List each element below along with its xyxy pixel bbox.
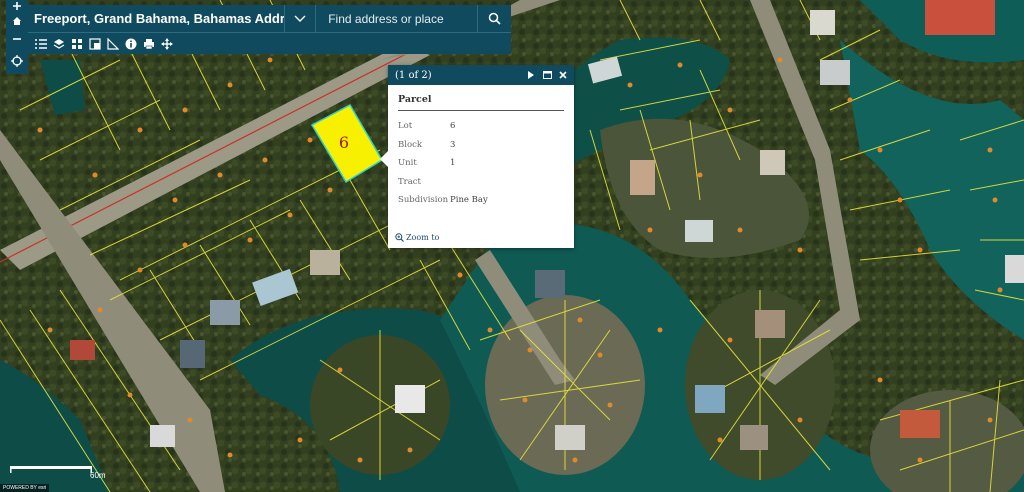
print-icon [144,38,154,49]
zoom-magnifier-icon [395,233,404,242]
app-header: Freeport, Grand Bahama, Bahamas Addresse… [28,5,511,32]
about-button[interactable] [122,35,140,53]
parcel-number-label: 6 [339,133,349,152]
map-toolbar [28,32,511,54]
info-icon [125,38,137,49]
next-feature-button[interactable] [523,67,539,83]
attribute-value: 3 [450,139,456,150]
locate-icon [11,55,23,67]
attribute-row: Unit 1 [398,154,564,173]
share-button[interactable] [158,35,176,53]
zoom-out-button[interactable] [6,30,28,48]
measure-icon [107,37,119,50]
search-input[interactable] [315,5,478,32]
plus-icon [13,2,21,10]
popup-title: Parcel [398,94,564,111]
close-popup-button[interactable] [555,67,571,83]
zoom-to-label: Zoom to [406,233,440,242]
legend-button[interactable] [32,35,50,53]
locate-button[interactable] [6,48,28,74]
play-icon [528,71,534,79]
move-icon [161,37,173,50]
attribute-row: Block 3 [398,136,564,155]
attribute-row: Subdivision Pine Bay [398,191,564,210]
esri-attribution: POWERED BY esri [0,484,50,492]
attribute-name: Unit [398,158,417,169]
overview-button[interactable] [86,35,104,53]
attribute-name: Subdivision [398,195,449,206]
attribute-value: 6 [450,121,456,132]
search-button[interactable] [477,5,511,32]
attribute-row: Lot 6 [398,117,564,136]
basemap-button[interactable] [68,35,86,53]
parcel-popup: (1 of 2) Parcel Lot 6 Block 3 Unit 1 Tra… [380,65,574,248]
scale-bar-graphic: 60m [10,466,106,480]
attribute-row: Tract [398,173,564,192]
zoom-in-button[interactable] [6,0,28,12]
search-icon [488,12,501,25]
home-icon [13,17,21,25]
maximize-icon [542,71,552,79]
measure-button[interactable] [104,35,122,53]
overview-map-icon [89,37,101,50]
attribute-value: Pine Bay [450,195,488,206]
close-icon [559,71,567,79]
home-button[interactable] [6,12,28,30]
chevron-down-icon [294,15,306,22]
attribute-name: Block [398,139,422,150]
zoom-to-link[interactable]: Zoom to [395,233,439,242]
print-button[interactable] [140,35,158,53]
popup-feature-count: (1 of 2) [395,69,432,81]
minus-icon [13,38,21,40]
attribute-name: Tract [398,176,421,187]
attribute-value: 1 [450,158,456,169]
map-zoom-controls [6,0,28,74]
attribute-name: Lot [398,121,413,132]
popup-pointer [380,151,388,167]
maximize-popup-button[interactable] [539,67,555,83]
app-title: Freeport, Grand Bahama, Bahamas Addresse… [34,11,285,26]
popup-body: Parcel Lot 6 Block 3 Unit 1 Tract Subdiv… [388,85,574,219]
popup-header: (1 of 2) [388,65,574,85]
search-source-dropdown[interactable] [284,5,315,32]
grid-icon [72,38,82,49]
layers-button[interactable] [50,35,68,53]
list-icon [35,38,47,49]
scale-label: 60m [90,471,106,480]
layers-icon [53,38,65,49]
